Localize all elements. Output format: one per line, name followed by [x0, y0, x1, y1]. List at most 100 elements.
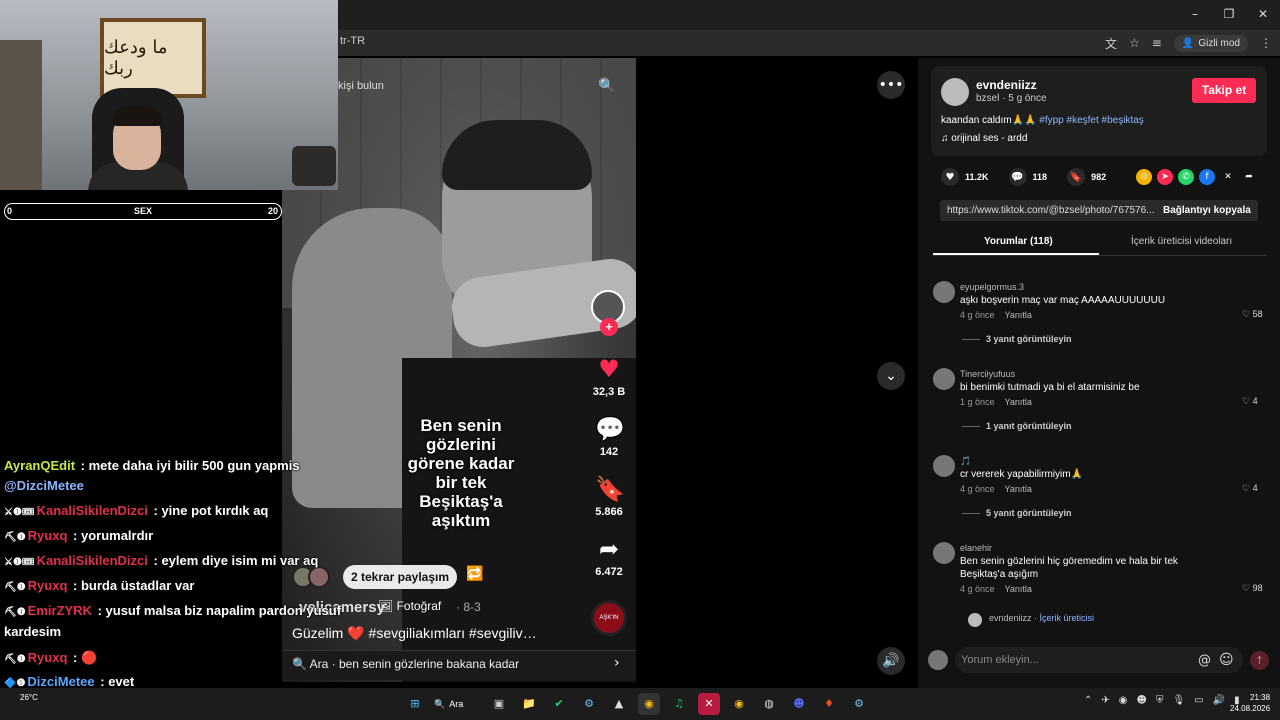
next-post-button[interactable]: ⌄	[877, 362, 905, 390]
bookmark-star-icon[interactable]: ☆	[1129, 36, 1140, 50]
reply-button[interactable]: Yanıtla	[1005, 584, 1032, 594]
media-control-icon[interactable]: ≡	[1152, 36, 1162, 50]
tab-comments[interactable]: Yorumlar (118)	[984, 236, 1053, 247]
x-app-icon[interactable]: ✕	[698, 693, 720, 715]
music-disc[interactable]: AŞK'IN	[591, 600, 627, 636]
view-replies-button[interactable]: 1 yanıt görüntüleyin	[962, 421, 1072, 431]
comment-username[interactable]: eyupelgormus.3	[960, 282, 1024, 292]
send-icon[interactable]: ➤	[1157, 169, 1173, 185]
stat-likes[interactable]: ♥ 11.2K	[941, 168, 989, 186]
x-icon[interactable]: ✕	[1220, 169, 1236, 185]
repost-pill[interactable]: 2 tekrar paylaşım	[343, 565, 457, 589]
start-icon[interactable]: ⊞	[404, 693, 426, 715]
send-comment-button[interactable]: ↑	[1250, 651, 1269, 670]
app-check-icon[interactable]: ✔	[548, 693, 570, 715]
file-explorer-icon[interactable]: 📁	[518, 693, 540, 715]
comment-avatar[interactable]	[933, 281, 955, 303]
close-button[interactable]: ✕	[1246, 0, 1280, 28]
author-avatar[interactable]	[941, 78, 969, 106]
chat-username[interactable]: EmirZYRK	[28, 603, 92, 618]
share-button[interactable]: ➦ 6.472	[590, 536, 628, 578]
tray-shield-icon[interactable]: ⛨	[1156, 695, 1164, 706]
tray-discord-icon[interactable]: ☻	[1137, 695, 1147, 706]
weather-widget[interactable]: 26°C	[20, 693, 38, 702]
chat-username[interactable]: KanaliSikilenDizci	[37, 553, 148, 568]
whatsapp-icon[interactable]: ✆	[1178, 169, 1194, 185]
store-icon[interactable]: ▲	[608, 693, 630, 715]
facebook-icon[interactable]: f	[1199, 169, 1215, 185]
tray-expand-icon[interactable]: ⌃	[1084, 695, 1092, 706]
comment-like[interactable]: ♡ 4	[1242, 483, 1258, 494]
tray-chrome-icon[interactable]: ◉	[1119, 695, 1128, 706]
minimize-button[interactable]: –	[1178, 0, 1212, 28]
maximize-button[interactable]: ❐	[1212, 0, 1246, 28]
search-icon[interactable]: 🔍	[598, 78, 615, 94]
repost-icon[interactable]: 🔁	[466, 566, 483, 582]
comment-username[interactable]: elanehir	[960, 543, 992, 553]
comment-avatar[interactable]	[933, 542, 955, 564]
tab-creator-videos[interactable]: İçerik üreticisi videoları	[1131, 236, 1232, 247]
comment-button[interactable]: 💬 142	[590, 416, 628, 458]
stat-comments[interactable]: 💬 118	[1008, 168, 1047, 186]
chat-username[interactable]: KanaliSikilenDizci	[37, 503, 148, 518]
taskbar-search[interactable]: 🔍 Ara	[434, 699, 480, 710]
copy-link-button[interactable]: Bağlantıyı kopyala	[1163, 205, 1251, 216]
chrome-icon[interactable]: ◉	[638, 693, 660, 715]
translate-icon[interactable]: 文	[1105, 35, 1117, 52]
comment-like[interactable]: ♡ 4	[1242, 396, 1258, 407]
display-icon[interactable]: ▭	[1194, 695, 1203, 706]
brave-icon[interactable]: ♦	[818, 693, 840, 715]
steam-icon[interactable]: ⚙	[578, 693, 600, 715]
chevron-right-icon[interactable]: ›	[614, 655, 620, 671]
url-text[interactable]: tr-TR	[340, 35, 365, 47]
spotify-icon[interactable]: ♫	[668, 693, 690, 715]
more-options-button[interactable]: •••	[877, 71, 905, 99]
discord-icon[interactable]: ☻	[788, 693, 810, 715]
comment-like[interactable]: ♡ 58	[1242, 309, 1263, 320]
author-handle[interactable]: evndeniizz	[976, 78, 1037, 92]
reply-avatar[interactable]	[968, 613, 982, 627]
share-more-icon[interactable]: ➦	[1241, 169, 1257, 185]
steam-alt-icon[interactable]: ⚙	[848, 693, 870, 715]
comment-avatar[interactable]	[933, 368, 955, 390]
chat-username[interactable]: Ryuxq	[28, 528, 68, 543]
menu-icon[interactable]: ⋮	[1260, 36, 1272, 50]
hashtag-links[interactable]: #fypp #keşfet #beşiktaş	[1039, 115, 1144, 126]
music-link[interactable]: ♫ orijinal ses - ardd	[941, 133, 1027, 144]
chat-username[interactable]: DizciMetee	[27, 674, 94, 689]
save-button[interactable]: 🔖 5.866	[590, 476, 628, 518]
chat-username[interactable]: Ryuxq	[28, 578, 68, 593]
mention-icon[interactable]: @	[1198, 653, 1211, 668]
emoji-icon[interactable]: ☺	[1219, 652, 1234, 668]
reply-button[interactable]: Yanıtla	[1005, 310, 1032, 320]
like-button[interactable]: ♥ 32,3 B	[590, 356, 628, 398]
chat-username[interactable]: Ryuxq	[28, 650, 68, 665]
view-replies-button[interactable]: 5 yanıt görüntüleyin	[962, 508, 1072, 518]
tray-app-icon[interactable]: ✈	[1101, 695, 1109, 706]
comment-time: 1 g önce	[960, 397, 995, 407]
chrome-alt-icon[interactable]: ◉	[728, 693, 750, 715]
related-search-text[interactable]: 🔍 Ara · ben senin gözlerine bakana kadar	[292, 657, 519, 671]
volume-button[interactable]: 🔊	[877, 647, 905, 675]
chat-username[interactable]: AyranQEdit	[4, 458, 75, 473]
reply-button[interactable]: Yanıtla	[1005, 397, 1032, 407]
volume-icon[interactable]: 🔊	[1213, 695, 1225, 706]
stat-saves[interactable]: 🔖 982	[1067, 168, 1106, 186]
comment-username[interactable]: Tinerciiyufuus	[960, 369, 1015, 379]
microphone-icon[interactable]: 🎙	[1172, 695, 1185, 706]
clock[interactable]: 21:38 24.08.2026	[1230, 692, 1270, 714]
comment-placeholder[interactable]: Yorum ekleyin...	[961, 654, 1039, 666]
post-link[interactable]: https://www.tiktok.com/@bzsel/photo/7675…	[947, 205, 1154, 216]
reply-button[interactable]: Yanıtla	[1005, 484, 1032, 494]
follow-button[interactable]: Takip et	[1192, 78, 1256, 103]
embed-icon[interactable]: ⊙	[1136, 169, 1152, 185]
view-replies-button[interactable]: 3 yanıt görüntüleyin	[962, 334, 1072, 344]
github-icon[interactable]: ◍	[758, 693, 780, 715]
follow-plus-icon[interactable]: +	[600, 318, 618, 336]
comment-like[interactable]: ♡ 98	[1242, 583, 1263, 594]
comment-username[interactable]: 🎵	[960, 456, 971, 467]
incognito-badge[interactable]: 👤 Gizli mod	[1173, 34, 1248, 52]
search-placeholder[interactable]: kişi bulun	[338, 80, 384, 92]
task-view-icon[interactable]: ▣	[488, 693, 510, 715]
comment-avatar[interactable]	[933, 455, 955, 477]
